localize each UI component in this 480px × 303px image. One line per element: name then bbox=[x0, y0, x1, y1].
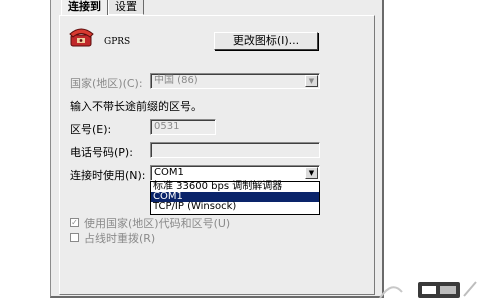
country-label: 国家(地区)(C): bbox=[70, 77, 143, 90]
tab-settings[interactable]: 设置 bbox=[108, 0, 144, 15]
connect-using-select[interactable]: COM1 ▼ bbox=[150, 165, 320, 181]
connect-using-dropdown-list: 标准 33600 bps 调制解调器 COM1 TCP/IP (Winsock) bbox=[150, 181, 320, 215]
dropdown-option[interactable]: TCP/IP (Winsock) bbox=[151, 202, 319, 212]
area-code-label: 区号(E): bbox=[70, 123, 112, 136]
use-country-code-checkbox[interactable]: ✓ bbox=[70, 218, 79, 227]
country-value: 中国 (86) bbox=[154, 75, 198, 86]
phone-icon bbox=[68, 25, 96, 49]
chevron-down-icon: ▼ bbox=[305, 75, 318, 87]
area-code-input: 0531 bbox=[150, 119, 216, 135]
connection-properties-dialog: 连接到 设置 GPRS 更改图标(I)... 国家(地区)(C): 中国 (86… bbox=[50, 0, 384, 298]
connect-using-label: 连接时使用(N): bbox=[70, 169, 146, 182]
use-country-code-label: 使用国家(地区)代码和区号(U) bbox=[84, 217, 231, 230]
logo-icon bbox=[340, 278, 480, 300]
connection-name: GPRS bbox=[104, 37, 131, 47]
connect-using-value: COM1 bbox=[154, 167, 184, 178]
phone-input[interactable] bbox=[150, 142, 320, 158]
redial-label: 占线时重拨(R) bbox=[84, 232, 156, 245]
area-code-hint: 输入不带长途前缀的区号。 bbox=[70, 100, 202, 113]
tab-bar: 连接到 设置 bbox=[61, 0, 144, 16]
change-icon-button[interactable]: 更改图标(I)... bbox=[214, 32, 318, 50]
country-select: 中国 (86) ▼ bbox=[150, 73, 320, 89]
phone-label: 电话号码(P): bbox=[70, 146, 133, 159]
redial-checkbox[interactable] bbox=[70, 233, 79, 242]
tab-connect-to[interactable]: 连接到 bbox=[61, 0, 108, 16]
tab-panel: GPRS 更改图标(I)... 国家(地区)(C): 中国 (86) ▼ 输入不… bbox=[59, 15, 375, 295]
chevron-down-icon[interactable]: ▼ bbox=[305, 167, 318, 179]
